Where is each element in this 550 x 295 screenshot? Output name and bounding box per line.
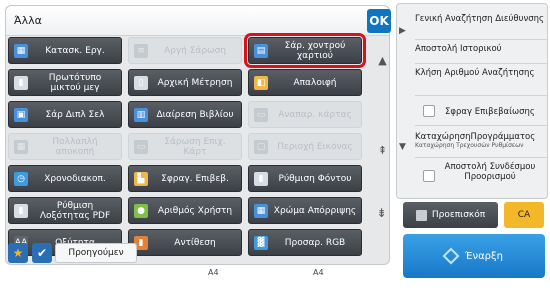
function-button-9: ▭ Αναπαρ. κάρτας — [248, 101, 362, 128]
function-button-13[interactable]: ◷ Χρονοδιακοπ. — [8, 165, 122, 192]
function-button-label: Πρωτότυπο μικτού μεγ — [48, 72, 102, 93]
function-button-label: Αναπαρ. κάρτας — [278, 109, 352, 120]
bottom-toolbar: ★ ✔ Προηγούμεν — [5, 238, 205, 268]
pdf-skew-icon: ▮ — [14, 203, 28, 218]
action-sidebar: ▶ ▼ Γενική Αναζήτηση Διεύθυνσης Αποστολή… — [396, 3, 548, 199]
mixed-size-original-icon: ▮ — [14, 75, 28, 90]
function-button-label: Απαλοιφή — [293, 77, 337, 88]
checkmark-icon: ✔ — [36, 246, 48, 260]
color-dropout-icon: ▦ — [254, 203, 268, 218]
function-button-label: Περιοχή Εικόνας — [277, 141, 353, 152]
double-up-icon: ⇞ — [377, 143, 388, 157]
book-divide-icon: ▥ — [134, 107, 148, 122]
start-diamond-icon — [442, 247, 460, 265]
function-button-18[interactable]: ▦ Χρώμα Απόρριψης — [248, 197, 362, 224]
scroll-down-button[interactable]: ⇟ — [373, 201, 390, 225]
preview-icon — [415, 209, 427, 221]
checklist-button[interactable]: ✔ — [32, 243, 52, 263]
multi-crop-icon: ▦ — [14, 139, 28, 154]
function-button-label: Χρονοδιακοπ. — [44, 173, 106, 184]
sidebar-item-label: Σφραγ Επιβεβαίωσης — [445, 107, 535, 117]
sidebar-item-label: Κλήση Αριθμού Αναζήτησης — [415, 68, 535, 78]
sidebar-item-sublabel: Καταχώρηση Τρεχουσών Ρυθμίσεων — [415, 142, 524, 149]
sidebar-item-send-history[interactable]: Αποστολή Ιστορικού — [415, 44, 547, 64]
user-number-icon: ● — [134, 203, 148, 218]
sidebar-item-search-number-call[interactable]: Κλήση Αριθμού Αναζήτησης — [415, 68, 547, 96]
verify-stamp-icon: ▙ — [134, 171, 148, 186]
original-count-icon: ▯ — [134, 75, 148, 90]
rgb-adjust-icon: ▓ — [254, 235, 268, 250]
previous-button[interactable]: Προηγούμεν — [55, 243, 137, 263]
sidebar-item-label: ΚαταχώρησηΠρογράμματος — [415, 132, 536, 142]
favorite-button[interactable]: ★ — [8, 243, 28, 263]
ok-button[interactable]: OK — [367, 9, 391, 33]
erase-icon: ◧ — [254, 75, 268, 90]
function-button-label: Αριθμός Χρήστη — [157, 205, 233, 216]
slow-scan-icon: ≡ — [134, 43, 148, 58]
panel-header: Άλλα OK — [6, 6, 391, 36]
function-button-label: Σφραγ. Επιβεβ. — [161, 173, 229, 184]
function-button-label: Σάρ Διπλ Σελ — [45, 109, 105, 120]
function-button-1[interactable]: ▦ Κατασκ. Εργ. — [8, 37, 122, 64]
function-button-16[interactable]: ▮ Ρύθμιση Λοξότητας PDF — [8, 197, 122, 224]
function-grid: ▦ Κατασκ. Εργ. ≡ Αργή Σάρωση ▤ Σάρ. χοντρού χ… — [8, 33, 366, 256]
scroll-up-icon: ▲ — [378, 53, 387, 67]
function-button-label: Ρύθμιση Λοξότητας PDF — [39, 200, 111, 221]
card-shot-icon: ▭ — [254, 107, 268, 122]
business-card-scan-icon: ▭ — [134, 139, 148, 154]
function-button-label: Αρχική Μέτρηση — [157, 77, 233, 88]
verify-stamp-checkbox[interactable] — [423, 105, 435, 117]
function-button-21[interactable]: ▓ Προσαρ. RGB — [248, 229, 362, 256]
function-button-17[interactable]: ● Αριθμός Χρήστη — [128, 197, 242, 224]
function-button-14[interactable]: ▙ Σφραγ. Επιβεβ. — [128, 165, 242, 192]
clear-all-button[interactable]: CA — [504, 202, 544, 228]
function-button-2: ≡ Αργή Σάρωση — [128, 37, 242, 64]
sidebar-item-program-registration[interactable]: ΚαταχώρησηΠρογράμματος Καταχώρηση Τρεχου… — [415, 132, 547, 158]
function-button-label: Ρύθμιση Φόντου — [278, 173, 352, 184]
function-button-label: Πολλαπλή αποκοπή — [52, 136, 98, 157]
thick-paper-scan-icon: ▤ — [254, 43, 268, 58]
function-button-15[interactable]: ▮ Ρύθμιση Φόντου — [248, 165, 362, 192]
scroll-to-top-button[interactable]: ⇞ — [374, 139, 391, 161]
sidebar-item-send-destination-link[interactable]: Αποστολή Συνδέσμου Προορισμού — [415, 162, 547, 190]
function-button-4[interactable]: ▮ Πρωτότυπο μικτού μεγ — [8, 69, 122, 96]
double-down-icon: ⇟ — [376, 206, 387, 220]
scroll-up-button[interactable]: ▲ — [374, 49, 391, 71]
background-adjust-icon: ▮ — [254, 171, 268, 186]
tray-size-a: A4 — [208, 268, 219, 277]
function-button-label: Σάρ. χοντρού χαρτιού — [284, 40, 346, 61]
image-area-icon: ▢ — [254, 139, 268, 154]
function-button-6[interactable]: ◧ Απαλοιφή — [248, 69, 362, 96]
function-button-11: ▭ Σάρωση Επιχ. Κάρτ — [128, 133, 242, 160]
function-button-label: Διαίρεση Βιβλίου — [156, 109, 234, 120]
preview-button[interactable]: Προεπισκόπ — [403, 202, 498, 228]
function-button-7[interactable]: ▣ Σάρ Διπλ Σελ — [8, 101, 122, 128]
function-button-10: ▦ Πολλαπλή αποκοπή — [8, 133, 122, 160]
sidebar-item-label: Γενική Αναζήτηση Διεύθυνσης — [415, 14, 545, 24]
function-button-label: Κατασκ. Εργ. — [45, 45, 105, 56]
start-button[interactable]: Έναρξη — [403, 234, 545, 278]
star-icon: ★ — [12, 246, 24, 260]
sidebar-item-label: Αποστολή Ιστορικού — [415, 44, 502, 54]
sidebar-item-global-address-search[interactable]: Γενική Αναζήτηση Διεύθυνσης — [415, 14, 547, 40]
collapse-arrow-icon[interactable]: ▼ — [399, 142, 406, 152]
tray-size-b: A4 — [313, 268, 324, 277]
expand-arrow-icon[interactable]: ▶ — [399, 26, 406, 36]
function-button-5[interactable]: ▯ Αρχική Μέτρηση — [128, 69, 242, 96]
function-button-3[interactable]: ▤ Σάρ. χοντρού χαρτιού — [244, 33, 366, 68]
destination-link-checkbox[interactable] — [423, 170, 435, 182]
dual-page-scan-icon: ▣ — [14, 107, 28, 122]
panel-title: Άλλα — [14, 14, 42, 27]
job-build-icon: ▦ — [14, 43, 28, 58]
function-button-label: Χρώμα Απόρριψης — [273, 205, 357, 216]
function-button-12: ▢ Περιοχή Εικόνας — [248, 133, 362, 160]
function-button-8[interactable]: ▥ Διαίρεση Βιβλίου — [128, 101, 242, 128]
function-button-label: Σάρωση Επιχ. Κάρτ — [164, 136, 226, 157]
preview-label: Προεπισκόπ — [431, 210, 486, 220]
function-button-label: Προσαρ. RGB — [284, 237, 346, 248]
start-label: Έναρξη — [465, 250, 503, 262]
function-button-label: Αργή Σάρωση — [163, 45, 227, 56]
sidebar-item-verify-stamp[interactable]: Σφραγ Επιβεβαίωσης — [415, 104, 547, 126]
timer-icon: ◷ — [14, 171, 28, 186]
